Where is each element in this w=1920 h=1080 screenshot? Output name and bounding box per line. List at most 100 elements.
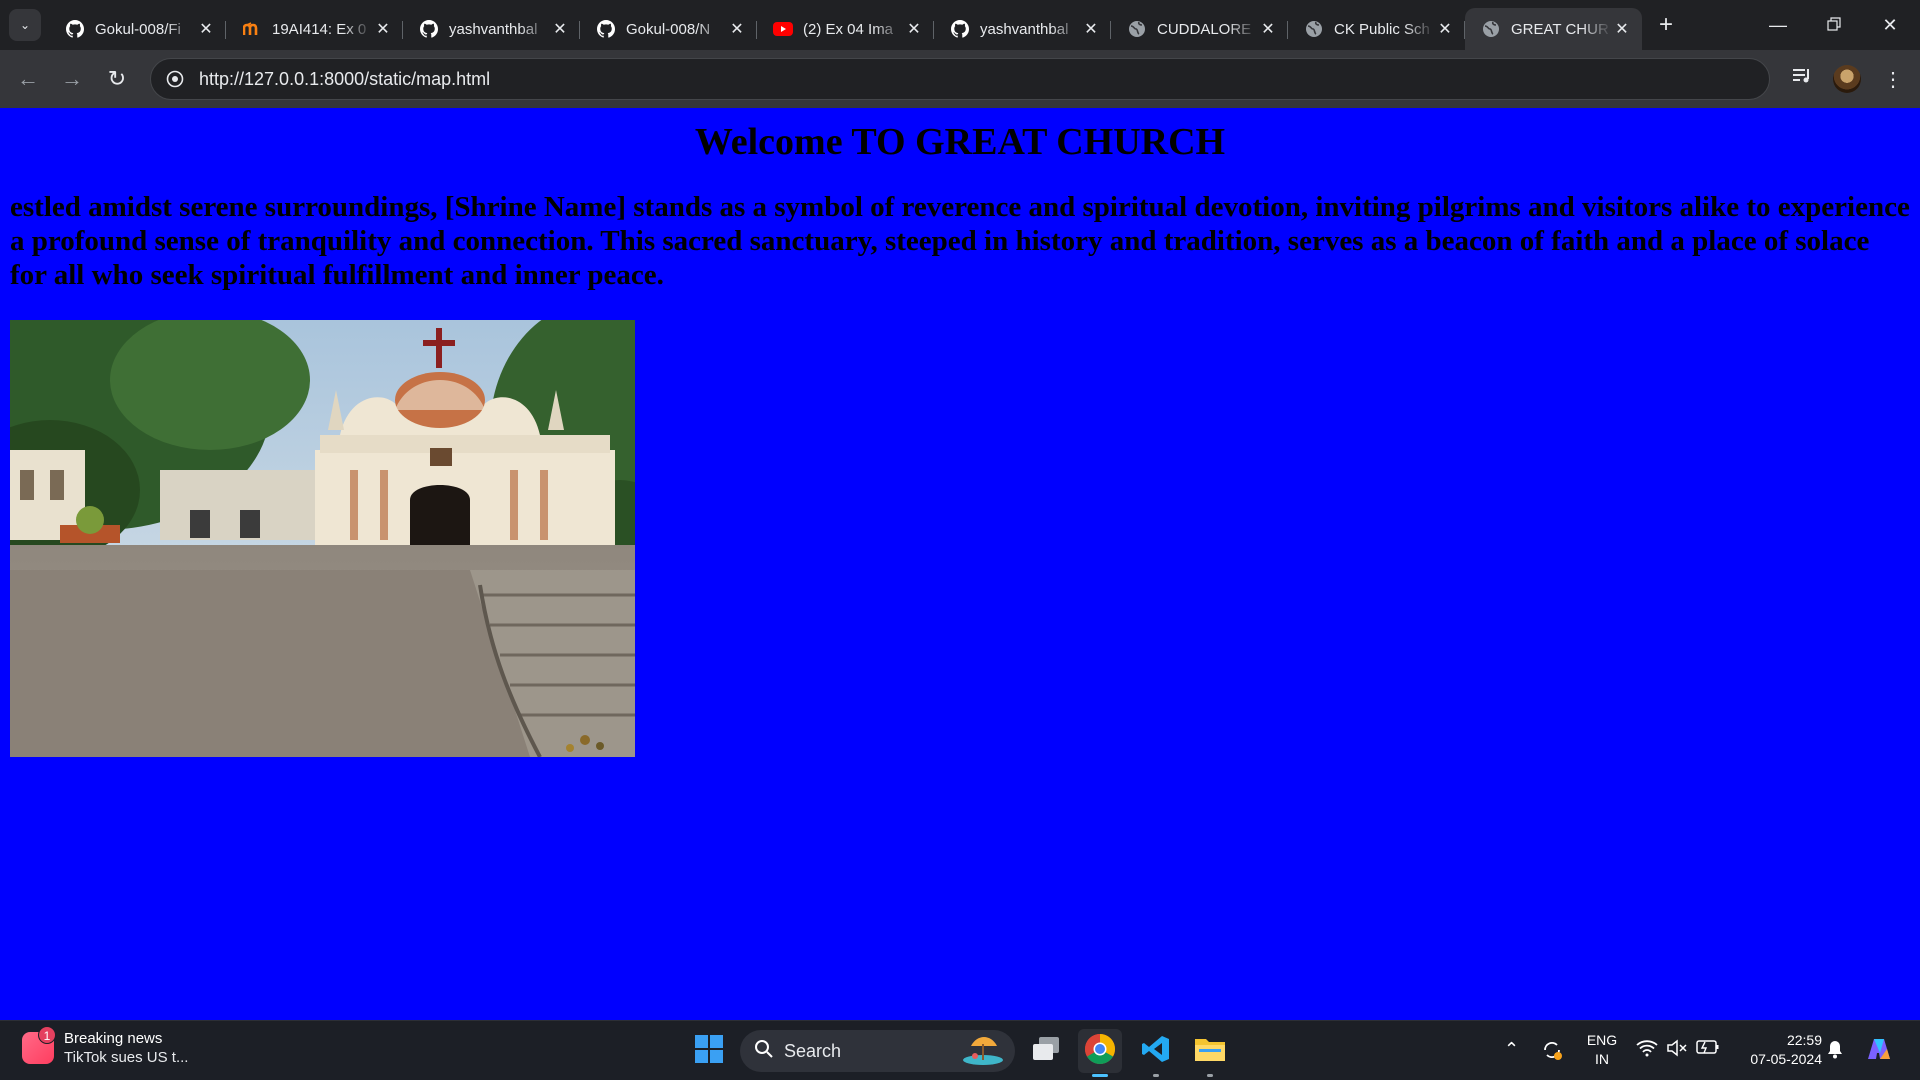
news-subtitle: TikTok sues US t... bbox=[64, 1049, 189, 1066]
address-bar[interactable]: http://127.0.0.1:8000/static/map.html bbox=[150, 58, 1770, 100]
tab-3[interactable]: yashvanthbal ✕ bbox=[403, 8, 580, 50]
close-icon[interactable]: ✕ bbox=[373, 19, 393, 39]
tab-6[interactable]: yashvanthbal ✕ bbox=[934, 8, 1111, 50]
plus-icon: + bbox=[1658, 11, 1673, 38]
language-top: ENG bbox=[1586, 1032, 1618, 1048]
windows-icon bbox=[694, 1034, 724, 1069]
tab-strip: ⌄ Gokul-008/Fi ✕ 19AI414: Ex 0 ✕ yashvan… bbox=[0, 0, 1920, 50]
tab-9-active[interactable]: GREAT CHUR ✕ bbox=[1465, 8, 1642, 50]
tab-title: CUDDALORE bbox=[1157, 20, 1252, 38]
close-icon[interactable]: ✕ bbox=[904, 19, 924, 39]
restore-button[interactable] bbox=[1806, 0, 1862, 50]
forward-button[interactable]: → bbox=[54, 61, 90, 97]
playlist-icon bbox=[1792, 67, 1812, 91]
github-icon bbox=[950, 19, 970, 39]
minimize-icon: — bbox=[1769, 14, 1787, 35]
file-explorer-taskbar-button[interactable] bbox=[1188, 1029, 1232, 1077]
church-image bbox=[10, 320, 635, 757]
vscode-taskbar-button[interactable] bbox=[1134, 1029, 1178, 1077]
language-bottom: IN bbox=[1595, 1051, 1609, 1067]
close-window-button[interactable]: ✕ bbox=[1862, 0, 1918, 50]
speaker-muted-icon[interactable] bbox=[1666, 1039, 1688, 1062]
page-content: Welcome TO GREAT CHURCH estled amidst se… bbox=[0, 108, 1920, 1020]
bell-icon[interactable] bbox=[1826, 1039, 1844, 1064]
notification-badge: 1 bbox=[38, 1026, 56, 1044]
github-icon bbox=[65, 19, 85, 39]
chrome-taskbar-button[interactable] bbox=[1078, 1029, 1122, 1077]
start-button[interactable] bbox=[687, 1029, 731, 1073]
tab-search-button[interactable]: ⌄ bbox=[9, 9, 41, 41]
search-icon bbox=[754, 1039, 774, 1064]
arrow-left-icon: ← bbox=[17, 66, 39, 91]
sync-icon[interactable] bbox=[1541, 1039, 1563, 1066]
menu-button[interactable]: ⋮ bbox=[1875, 61, 1911, 97]
close-icon[interactable]: ✕ bbox=[1081, 19, 1101, 39]
news-title: Breaking news bbox=[64, 1030, 163, 1047]
profile-button[interactable] bbox=[1829, 61, 1865, 97]
tab-1[interactable]: Gokul-008/Fi ✕ bbox=[49, 8, 226, 50]
media-controls-button[interactable] bbox=[1784, 61, 1820, 97]
close-icon[interactable]: ✕ bbox=[196, 19, 216, 39]
tab-5[interactable]: (2) Ex 04 Ima ✕ bbox=[757, 8, 934, 50]
copilot-icon[interactable] bbox=[1864, 1035, 1894, 1068]
news-widget[interactable]: 1 Breaking news TikTok sues US t... bbox=[22, 1026, 189, 1067]
browser-toolbar: ← → ↻ http://127.0.0.1:8000/static/map.h… bbox=[0, 50, 1920, 108]
close-icon[interactable]: ✕ bbox=[1612, 19, 1632, 39]
minimize-button[interactable]: — bbox=[1750, 0, 1806, 50]
folder-icon bbox=[1194, 1035, 1226, 1068]
close-icon[interactable]: ✕ bbox=[550, 19, 570, 39]
restore-icon bbox=[1827, 15, 1841, 36]
tab-title: yashvanthbal bbox=[449, 20, 538, 38]
back-button[interactable]: ← bbox=[10, 61, 46, 97]
reload-button[interactable]: ↻ bbox=[99, 61, 135, 97]
wifi-icon[interactable] bbox=[1636, 1039, 1658, 1062]
news-icon: 1 bbox=[22, 1026, 56, 1064]
language-indicator[interactable]: ENG IN bbox=[1582, 1031, 1622, 1069]
vscode-icon bbox=[1141, 1034, 1171, 1069]
site-info-icon[interactable] bbox=[165, 69, 185, 89]
globe-icon bbox=[1481, 19, 1501, 39]
avatar bbox=[1833, 65, 1861, 93]
moodle-icon bbox=[242, 19, 262, 39]
tab-title: Gokul-008/Fi bbox=[95, 20, 181, 38]
tab-title: yashvanthbal bbox=[980, 20, 1069, 38]
close-icon[interactable]: ✕ bbox=[727, 19, 747, 39]
tab-title: (2) Ex 04 Ima bbox=[803, 20, 894, 38]
task-view-icon bbox=[1031, 1036, 1061, 1067]
chevron-up-icon[interactable]: ⌃ bbox=[1504, 1039, 1519, 1060]
search-highlight-icon bbox=[959, 1032, 1007, 1071]
github-icon bbox=[596, 19, 616, 39]
clock-date: 07-05-2024 bbox=[1750, 1051, 1822, 1067]
globe-icon bbox=[1304, 19, 1324, 39]
task-view-button[interactable] bbox=[1024, 1029, 1068, 1073]
clock-time: 22:59 bbox=[1786, 1032, 1822, 1048]
close-icon[interactable]: ✕ bbox=[1435, 19, 1455, 39]
tab-title: GREAT CHUR bbox=[1511, 20, 1609, 38]
taskbar-search[interactable]: Search bbox=[740, 1030, 1015, 1072]
more-vert-icon: ⋮ bbox=[1883, 68, 1903, 91]
arrow-right-icon: → bbox=[61, 66, 83, 91]
battery-icon[interactable] bbox=[1696, 1039, 1720, 1060]
reload-icon: ↻ bbox=[107, 66, 127, 91]
page-heading: Welcome TO GREAT CHURCH bbox=[694, 121, 1226, 163]
close-icon[interactable]: ✕ bbox=[1258, 19, 1278, 39]
close-icon: ✕ bbox=[1882, 14, 1898, 35]
chrome-icon bbox=[1084, 1033, 1116, 1070]
tab-title: CK Public Sch bbox=[1334, 20, 1430, 38]
new-tab-button[interactable]: + bbox=[1648, 7, 1684, 43]
chevron-down-icon: ⌄ bbox=[19, 18, 31, 32]
globe-icon bbox=[1127, 19, 1147, 39]
tab-title: Gokul-008/N bbox=[626, 20, 711, 38]
github-icon bbox=[419, 19, 439, 39]
tab-7[interactable]: CUDDALORE ✕ bbox=[1111, 8, 1288, 50]
tab-title: 19AI414: Ex 0 bbox=[272, 20, 367, 38]
tab-4[interactable]: Gokul-008/N ✕ bbox=[580, 8, 757, 50]
search-label: Search bbox=[784, 1040, 842, 1061]
youtube-icon bbox=[773, 19, 793, 39]
clock[interactable]: 22:59 07-05-2024 bbox=[1736, 1031, 1822, 1069]
tab-2[interactable]: 19AI414: Ex 0 ✕ bbox=[226, 8, 403, 50]
taskbar: 1 Breaking news TikTok sues US t... Sear… bbox=[0, 1020, 1920, 1080]
url-text: http://127.0.0.1:8000/static/map.html bbox=[199, 68, 491, 89]
page-paragraph: estled amidst serene surroundings, [Shri… bbox=[10, 191, 1910, 291]
tab-8[interactable]: CK Public Sch ✕ bbox=[1288, 8, 1465, 50]
